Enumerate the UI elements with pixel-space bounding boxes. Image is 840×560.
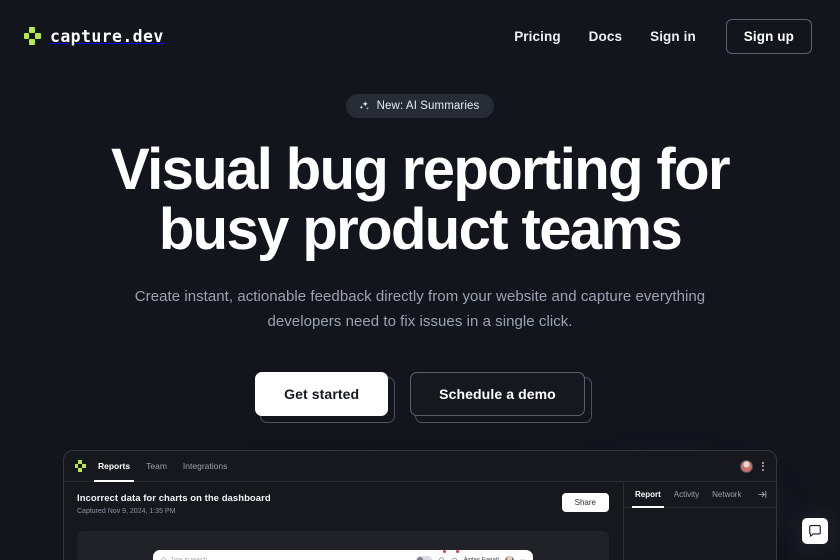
site-header: capture.dev Pricing Docs Sign in Sign up — [0, 0, 840, 72]
pixel-cluster-logo-icon — [24, 27, 41, 45]
notifications-icon[interactable] — [438, 550, 446, 560]
side-tab-report[interactable]: Report — [632, 482, 664, 508]
report-header-text: Incorrect data for charts on the dashboa… — [77, 493, 271, 515]
app-main-panel: Incorrect data for charts on the dashboa… — [64, 482, 624, 560]
app-tab-reports[interactable]: Reports — [93, 451, 135, 482]
announcement-badge-label: New: AI Summaries — [376, 100, 480, 112]
app-logo-icon — [75, 460, 86, 472]
report-captured-meta: Captured Nov 9, 2024, 1:35 PM — [77, 508, 176, 515]
captured-page-toolbar: Type to search... Amber Everett — [153, 550, 533, 560]
hero-subheading: Create instant, actionable feedback dire… — [134, 288, 706, 330]
nav-item-pricing[interactable]: Pricing — [514, 29, 560, 44]
captured-page-screenshot: Type to search... Amber Everett — [153, 550, 533, 560]
report-header: Incorrect data for charts on the dashboa… — [64, 482, 623, 515]
announcement-badge[interactable]: New: AI Summaries — [345, 94, 495, 118]
side-tab-activity[interactable]: Activity — [674, 482, 699, 507]
page-title: Visual bug reporting for busy product te… — [0, 140, 840, 260]
share-button[interactable]: Share — [561, 493, 609, 512]
schedule-demo-button[interactable]: Schedule a demo — [410, 372, 585, 416]
brand-name: capture.dev — [50, 26, 164, 46]
brand-logo[interactable]: capture.dev — [24, 27, 164, 46]
captured-user-avatar[interactable] — [505, 555, 514, 560]
alerts-icon[interactable] — [451, 550, 459, 560]
get-started-button-shell: Get started — [255, 372, 396, 423]
main-nav: Pricing Docs Sign in Sign up — [514, 18, 812, 54]
side-panel-tabs: Report Activity Network — [624, 482, 776, 508]
avatar[interactable] — [740, 459, 753, 473]
report-canvas: Type to search... Amber Everett — [77, 531, 609, 560]
app-topbar: Reports Team Integrations — [64, 451, 776, 482]
nav-item-sign-in[interactable]: Sign in — [650, 29, 696, 44]
headline-line-1: Visual bug reporting for — [111, 137, 731, 202]
theme-toggle[interactable] — [415, 556, 432, 560]
app-side-panel: Report Activity Network — [624, 482, 776, 560]
nav-item-docs[interactable]: Docs — [589, 29, 622, 44]
notifications-badge — [442, 550, 446, 553]
app-topbar-right — [740, 459, 764, 473]
sparkles-icon — [358, 100, 370, 112]
captured-page-toolbar-right: Amber Everett — [415, 550, 525, 560]
side-tab-network[interactable]: Network — [712, 482, 741, 507]
app-tabs: Reports Team Integrations — [93, 451, 227, 482]
chat-widget-button[interactable] — [802, 518, 828, 544]
app-tab-team[interactable]: Team — [146, 451, 167, 481]
app-body: Incorrect data for charts on the dashboa… — [64, 482, 776, 560]
collapse-panel-icon[interactable] — [758, 490, 767, 499]
more-options-icon[interactable] — [762, 461, 764, 471]
hero-section: New: AI Summaries Visual bug reporting f… — [0, 72, 840, 423]
sign-up-button[interactable]: Sign up — [725, 18, 812, 54]
app-preview: Reports Team Integrations Incorrect data… — [63, 450, 777, 560]
app-tab-integrations[interactable]: Integrations — [183, 451, 227, 481]
alerts-badge — [455, 550, 459, 553]
headline-line-2: busy product teams — [158, 197, 683, 262]
schedule-demo-button-shell: Schedule a demo — [410, 372, 592, 423]
cta-row: Get started Schedule a demo — [0, 372, 840, 423]
get-started-button[interactable]: Get started — [255, 372, 389, 416]
report-title: Incorrect data for charts on the dashboa… — [77, 493, 271, 504]
chat-bubble-icon — [809, 525, 821, 537]
